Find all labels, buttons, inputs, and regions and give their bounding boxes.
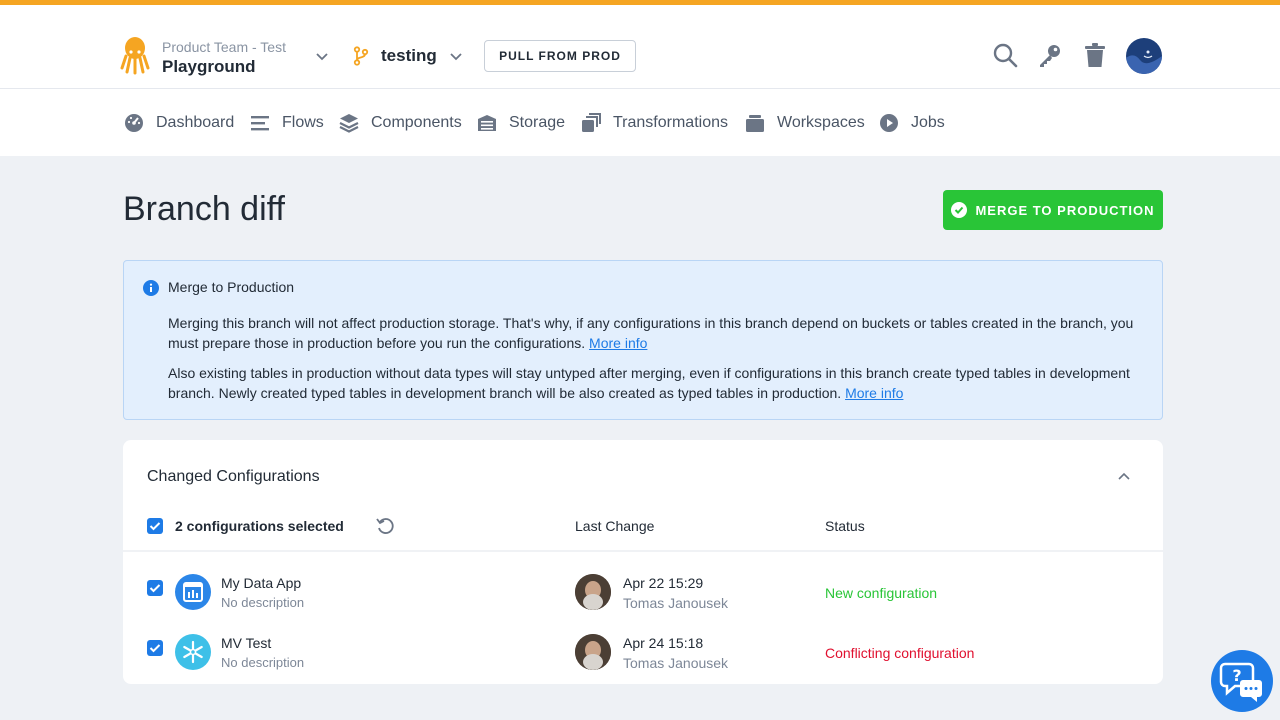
nav-label: Workspaces <box>777 114 865 131</box>
merge-button-label: MERGE TO PRODUCTION <box>975 202 1155 218</box>
top-header: Product Team - Test Playground testing P… <box>0 5 1280 89</box>
nav-jobs[interactable]: Jobs <box>879 111 945 135</box>
user-avatar[interactable] <box>1126 38 1162 74</box>
table-header-divider <box>123 550 1163 552</box>
info-icon <box>143 280 159 296</box>
octopus-logo-icon[interactable] <box>120 36 150 76</box>
nav-label: Storage <box>509 114 566 131</box>
table-row[interactable]: My Data App No description Apr 22 15:29 … <box>123 558 1163 618</box>
more-info-link[interactable]: More info <box>845 385 903 401</box>
workspaces-icon <box>746 115 764 132</box>
flows-icon <box>251 116 269 131</box>
help-chat-button[interactable]: ? <box>1211 650 1273 712</box>
configuration-description: No description <box>221 595 305 610</box>
card-title: Changed Configurations <box>147 468 320 485</box>
chevron-up-icon[interactable] <box>1117 470 1131 484</box>
nav-transformations[interactable]: Transformations <box>581 111 728 135</box>
row-checkbox[interactable] <box>147 580 163 596</box>
reset-icon[interactable] <box>376 517 394 535</box>
select-all-checkbox[interactable] <box>147 518 163 534</box>
nav-label: Jobs <box>911 114 945 131</box>
chevron-down-icon[interactable] <box>449 49 463 63</box>
project-switcher[interactable]: Product Team - Test Playground <box>162 38 286 77</box>
project-name: Playground <box>162 57 256 76</box>
help-chat-icon: ? <box>1219 662 1262 702</box>
check-icon <box>149 644 161 653</box>
column-header-status: Status <box>825 518 865 534</box>
alert-paragraph-types: Also existing tables in production witho… <box>168 363 1138 403</box>
column-header-last-change: Last Change <box>575 518 655 534</box>
merge-info-alert: Merge to Production Merging this branch … <box>123 260 1163 420</box>
user-avatar <box>575 574 611 610</box>
check-circle-icon <box>951 202 968 218</box>
jobs-icon <box>880 114 898 132</box>
row-checkbox[interactable] <box>147 640 163 656</box>
status-badge: New configuration <box>825 585 938 601</box>
chevron-down-icon[interactable] <box>315 49 329 63</box>
changed-configurations-card: Changed Configurations 2 configurations … <box>123 440 1163 684</box>
configuration-name[interactable]: My Data App <box>221 575 301 591</box>
alert-title: Merge to Production <box>168 279 295 295</box>
last-change-date: Apr 22 15:29 <box>623 575 704 591</box>
status-badge: Conflicting configuration <box>825 645 975 661</box>
nav-workspaces[interactable]: Workspaces <box>745 111 865 135</box>
nav-label: Flows <box>282 114 324 131</box>
last-change-user: Tomas Janousek <box>623 655 729 671</box>
transformations-icon <box>582 113 601 132</box>
user-avatar <box>575 634 611 670</box>
configuration-name[interactable]: MV Test <box>221 635 271 651</box>
data-app-icon <box>175 574 211 610</box>
more-info-link[interactable]: More info <box>589 335 647 351</box>
page-title: Branch diff <box>123 190 285 228</box>
merge-to-production-button[interactable]: MERGE TO PRODUCTION <box>943 190 1163 230</box>
pull-from-prod-button[interactable]: PULL FROM PROD <box>484 40 636 72</box>
alert-paragraph-storage: Merging this branch will not affect prod… <box>168 313 1138 353</box>
nav-storage[interactable]: Storage <box>477 111 565 135</box>
selected-count: 2 configurations selected <box>175 518 344 534</box>
main-navigation: Dashboard Flows Components Storage Trans… <box>0 89 1280 156</box>
last-change-user: Tomas Janousek <box>623 595 729 611</box>
key-icon[interactable] <box>1037 42 1063 68</box>
nav-dashboard[interactable]: Dashboard <box>124 111 234 135</box>
nav-label: Dashboard <box>156 114 235 131</box>
branch-name[interactable]: testing <box>381 46 437 66</box>
snowflake-icon <box>175 634 211 670</box>
table-row[interactable]: MV Test No description Apr 24 15:18 Toma… <box>123 618 1163 678</box>
dashboard-icon <box>125 114 143 132</box>
storage-icon <box>478 115 496 131</box>
search-icon[interactable] <box>992 42 1018 68</box>
components-icon <box>339 114 359 133</box>
git-branch-icon <box>353 46 369 66</box>
configuration-description: No description <box>221 655 305 670</box>
organization-name: Product Team - Test <box>162 39 286 55</box>
nav-label: Components <box>371 114 462 131</box>
check-icon <box>149 522 161 531</box>
nav-components[interactable]: Components <box>339 111 462 135</box>
trash-icon[interactable] <box>1082 42 1108 68</box>
alert-text: Also existing tables in production witho… <box>168 365 1130 401</box>
last-change-date: Apr 24 15:18 <box>623 635 704 651</box>
check-icon <box>149 584 161 593</box>
nav-label: Transformations <box>613 114 728 131</box>
alert-text: Merging this branch will not affect prod… <box>168 315 1134 351</box>
nav-flows[interactable]: Flows <box>250 111 324 135</box>
